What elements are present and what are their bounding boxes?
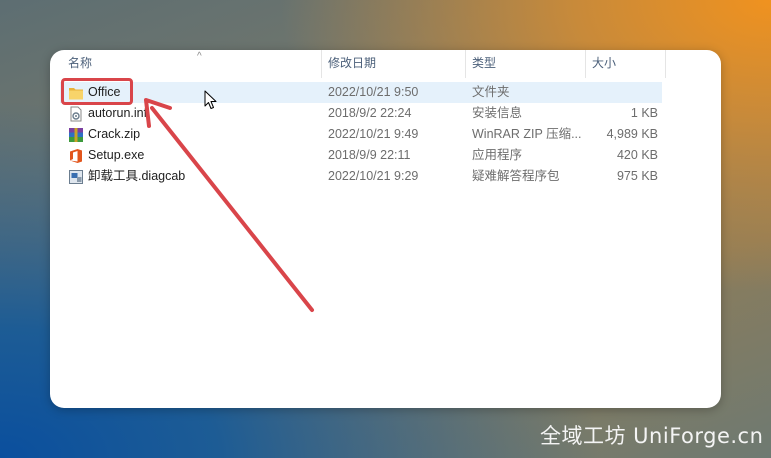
- file-size: 975 KB: [616, 169, 658, 183]
- file-name: autorun.inf: [88, 106, 148, 120]
- file-name: 卸载工具.diagcab: [88, 169, 186, 183]
- file-explorer-window: 名称 ^ 修改日期 类型 大小 Office 2022/10/21 9:50 文…: [50, 50, 721, 408]
- column-header-name[interactable]: 名称 ^: [62, 50, 322, 78]
- column-header-size[interactable]: 大小: [586, 50, 666, 78]
- file-row-crack-zip[interactable]: Crack.zip 2022/10/21 9:49 WinRAR ZIP 压缩.…: [60, 124, 662, 145]
- file-name: Crack.zip: [88, 127, 141, 141]
- file-size: 420 KB: [616, 148, 658, 162]
- diagcab-icon: [69, 170, 83, 184]
- column-header-row: 名称 ^ 修改日期 类型 大小: [50, 50, 721, 78]
- highlight-box: [61, 78, 133, 105]
- column-header-size-label: 大小: [592, 56, 617, 70]
- file-size: 1 KB: [630, 106, 658, 120]
- file-type: 安装信息: [472, 106, 523, 120]
- file-size: 4,989 KB: [606, 127, 658, 141]
- file-row-setup-exe[interactable]: Setup.exe 2018/9/9 22:11 应用程序 420 KB: [60, 145, 662, 166]
- file-type: 文件夹: [472, 85, 510, 99]
- file-date: 2018/9/9 22:11: [328, 148, 411, 162]
- file-type: WinRAR ZIP 压缩...: [472, 127, 582, 141]
- sort-ascending-icon: ^: [197, 51, 202, 62]
- file-type: 应用程序: [472, 148, 523, 162]
- file-row-diagcab[interactable]: 卸载工具.diagcab 2022/10/21 9:29 疑难解答程序包 975…: [60, 166, 662, 187]
- file-type: 疑难解答程序包: [472, 169, 560, 183]
- column-header-date[interactable]: 修改日期: [322, 50, 466, 78]
- settings-file-icon: [70, 106, 82, 122]
- office-setup-icon: [70, 149, 82, 163]
- watermark: 全域工坊 UniForge.cn: [540, 424, 764, 448]
- file-name: Setup.exe: [88, 148, 145, 162]
- column-header-type[interactable]: 类型: [466, 50, 586, 78]
- column-header-date-label: 修改日期: [328, 56, 377, 70]
- file-row-autorun[interactable]: autorun.inf 2018/9/2 22:24 安装信息 1 KB: [60, 103, 662, 124]
- column-header-name-label: 名称: [68, 56, 93, 70]
- column-header-type-label: 类型: [472, 56, 497, 70]
- file-date: 2022/10/21 9:29: [328, 169, 419, 183]
- file-row-office[interactable]: Office 2022/10/21 9:50 文件夹: [60, 82, 662, 103]
- file-date: 2022/10/21 9:50: [328, 85, 419, 99]
- winrar-archive-icon: [69, 128, 83, 142]
- file-size: [586, 82, 658, 103]
- file-date: 2022/10/21 9:49: [328, 127, 419, 141]
- file-date: 2018/9/2 22:24: [328, 106, 412, 120]
